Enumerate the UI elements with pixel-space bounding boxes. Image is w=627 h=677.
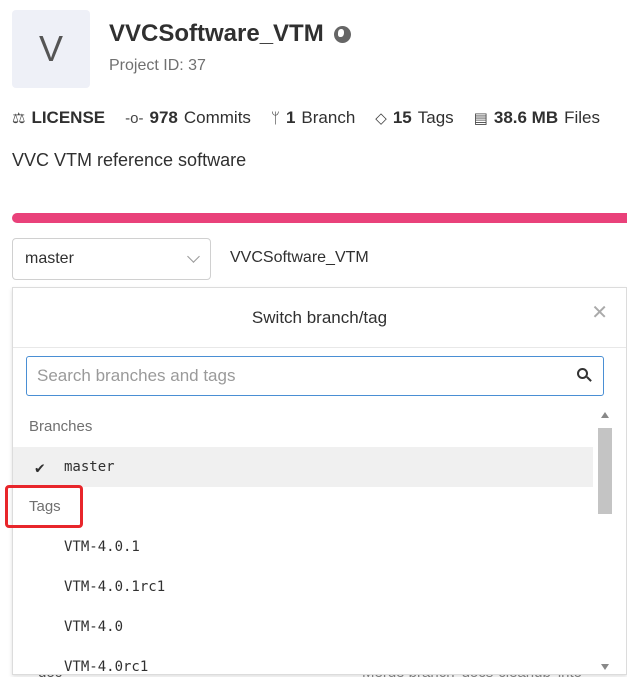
check-icon: ✔ <box>35 457 45 477</box>
file-icon: ▤ <box>473 110 488 127</box>
tag-item[interactable]: VTM-4.0.1rc1 <box>13 567 593 607</box>
project-title[interactable]: VVCSoftware_VTM <box>109 20 324 48</box>
branch-selected-label: master <box>25 250 74 267</box>
files-link[interactable]: ▤ 38.6 MB Files <box>474 108 600 128</box>
repo-path-breadcrumb[interactable]: VVCSoftware_VTM <box>230 249 369 267</box>
tag-item[interactable]: VTM-4.0 <box>13 607 593 647</box>
close-icon[interactable]: ✕ <box>591 300 608 325</box>
scroll-down-arrow-icon[interactable] <box>601 664 609 670</box>
project-avatar[interactable]: V <box>12 10 90 88</box>
language-bar <box>12 213 627 223</box>
scroll-up-arrow-icon[interactable] <box>601 412 609 418</box>
branch-item-label: master <box>64 459 115 475</box>
dropdown-header: Switch branch/tag ✕ <box>13 288 626 348</box>
project-title-row: VVCSoftware_VTM <box>109 20 351 48</box>
globe-icon <box>333 25 351 43</box>
search-icon <box>577 368 592 382</box>
files-size: 38.6 MB <box>493 108 559 127</box>
search-input[interactable] <box>37 366 557 386</box>
branch-item-master[interactable]: ✔ master <box>13 447 593 487</box>
tags-section-header: Tags <box>29 498 61 515</box>
chevron-down-icon <box>187 250 200 263</box>
tags-count: 15 <box>392 108 412 127</box>
commits-count: 978 <box>149 108 178 127</box>
scrollbar-thumb[interactable] <box>598 428 612 514</box>
dropdown-title: Switch branch/tag <box>251 307 388 327</box>
tag-item[interactable]: VTM-4.0.1 <box>13 527 593 567</box>
tags-label: Tags <box>417 108 454 127</box>
license-label: LICENSE <box>31 108 106 127</box>
files-label: Files <box>564 108 601 127</box>
branch-dropdown-toggle[interactable]: master <box>12 238 211 280</box>
project-description: VVC VTM reference software <box>12 150 247 170</box>
dropdown-scrollbar[interactable] <box>596 410 614 672</box>
project-id: Project ID: 37 <box>109 57 206 74</box>
avatar-letter: V <box>38 28 63 69</box>
tag-icon: ◇ <box>375 110 387 127</box>
tag-item-label: VTM-4.0.1rc1 <box>64 579 166 595</box>
tag-item-label: VTM-4.0rc1 <box>64 659 149 675</box>
tag-item-label: VTM-4.0.1 <box>64 539 140 555</box>
license-link[interactable]: ⚖ LICENSE <box>12 108 105 128</box>
project-stats: ⚖ LICENSE -o- 978 Commits ᛘ 1 Branch ◇ 1… <box>12 108 600 128</box>
switch-branch-dropdown: Switch branch/tag ✕ Branches ✔ master Ta… <box>12 287 627 675</box>
branches-label: Branch <box>301 108 356 127</box>
branch-icon: ᛘ <box>270 109 280 127</box>
branches-section-header: Branches <box>29 418 93 435</box>
tags-link[interactable]: ◇ 15 Tags <box>375 108 453 128</box>
branches-count: 1 <box>285 108 296 127</box>
commits-link[interactable]: -o- 978 Commits <box>125 108 251 128</box>
commits-label: Commits <box>183 108 251 127</box>
branches-link[interactable]: ᛘ 1 Branch <box>271 108 355 128</box>
search-field[interactable] <box>26 356 604 396</box>
scale-icon: ⚖ <box>12 110 26 127</box>
tag-item-label: VTM-4.0 <box>64 619 124 635</box>
commit-icon: -o- <box>125 109 144 127</box>
tag-item[interactable]: VTM-4.0rc1 <box>13 647 593 675</box>
